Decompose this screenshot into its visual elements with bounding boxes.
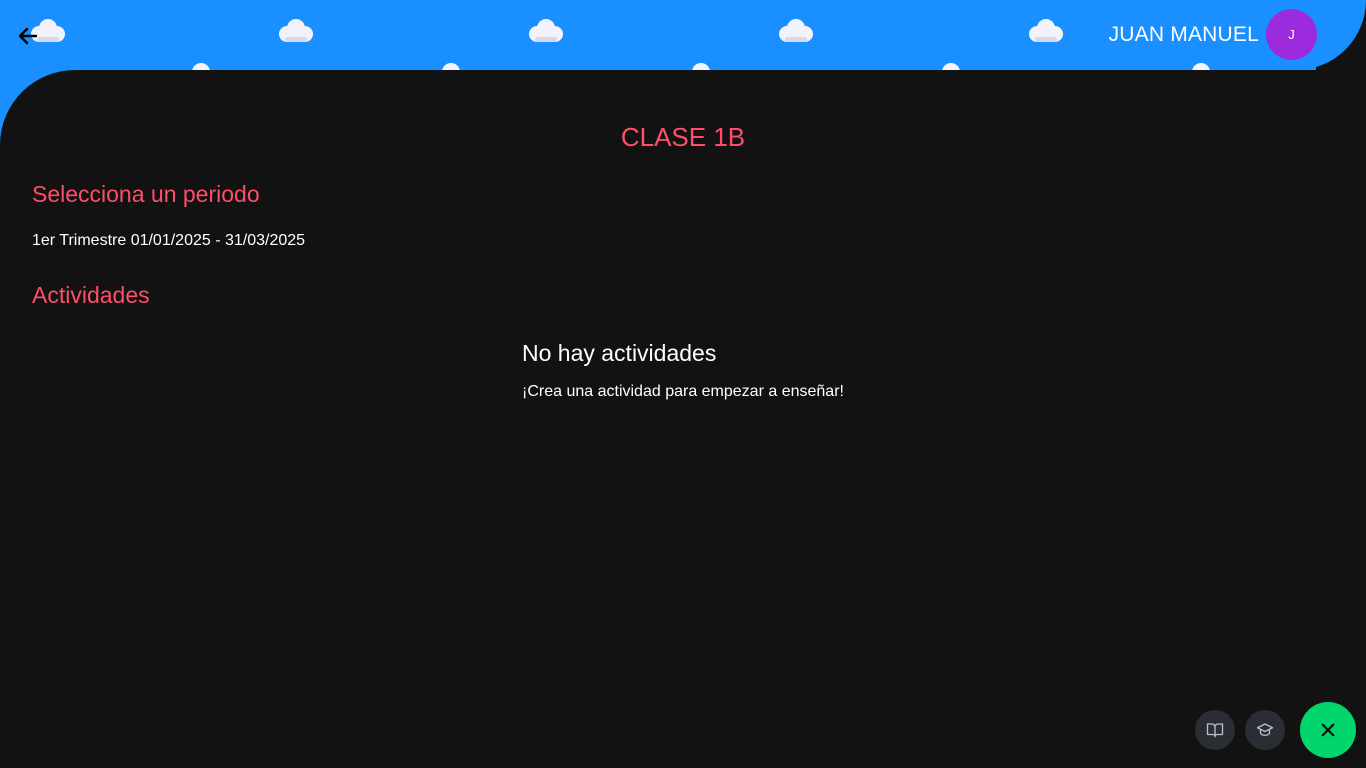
grades-button[interactable]	[1245, 710, 1285, 750]
graduation-cap-icon	[1256, 723, 1274, 736]
cloud-decoration-icon	[1029, 19, 1063, 42]
cloud-decoration-icon	[279, 19, 313, 42]
book-open-icon	[1206, 723, 1224, 738]
activities-heading: Actividades	[32, 282, 150, 308]
close-icon	[1321, 723, 1335, 737]
main-content: CLASE 1B Selecciona un periodo 1er Trime…	[0, 70, 1366, 768]
empty-state-title: No hay actividades	[522, 340, 717, 366]
close-menu-button[interactable]	[1300, 702, 1356, 758]
avatar-initial: J	[1288, 27, 1295, 42]
page-title: CLASE 1B	[620, 122, 746, 152]
subjects-button[interactable]	[1195, 710, 1235, 750]
cloud-decoration-icon	[529, 19, 563, 42]
period-option[interactable]: 1er Trimestre 01/01/2025 - 31/03/2025	[32, 232, 305, 250]
period-heading: Selecciona un periodo	[32, 181, 260, 207]
arrow-left-icon	[18, 27, 38, 45]
cloud-decoration-icon	[779, 19, 813, 42]
avatar[interactable]: J	[1266, 9, 1317, 60]
user-name: JUAN MANUEL	[1108, 23, 1259, 46]
back-button[interactable]	[14, 22, 42, 50]
empty-state-subtitle: ¡Crea una actividad para empezar a enseñ…	[522, 383, 844, 400]
header-corner	[1266, 0, 1366, 70]
